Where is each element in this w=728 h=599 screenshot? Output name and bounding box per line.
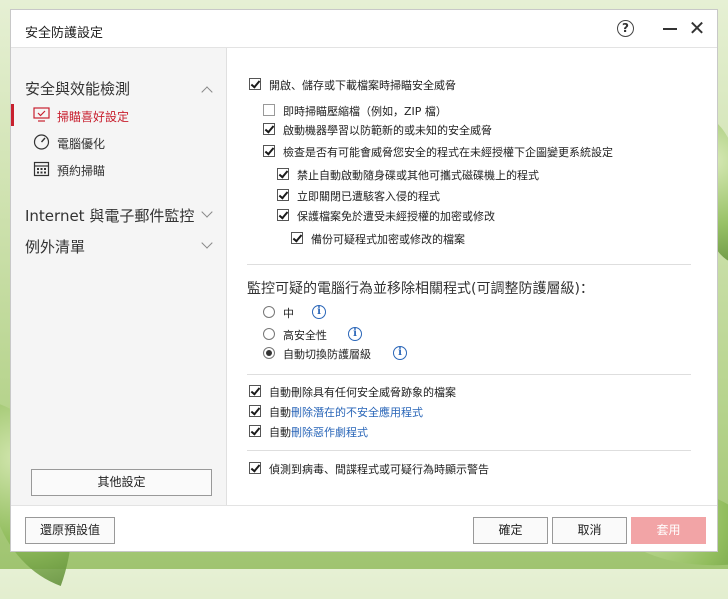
restore-defaults-button[interactable]: 還原預設值: [25, 517, 115, 544]
checkbox[interactable]: [249, 78, 261, 90]
chevron-down-icon[interactable]: [201, 206, 213, 218]
checkbox[interactable]: [263, 145, 275, 157]
ok-button[interactable]: 確定: [473, 517, 548, 544]
level-label: 自動切換防護層級: [283, 348, 371, 361]
checkbox[interactable]: [263, 123, 275, 135]
window-title: 安全防護設定: [25, 26, 104, 41]
option-prefix: 自動: [269, 406, 291, 419]
sidebar-section-label: Internet 與電子郵件監控: [25, 207, 195, 225]
checkbox[interactable]: [249, 462, 261, 474]
dialog-footer: 還原預設值 確定 取消 套用: [11, 505, 717, 553]
option-label: 自動刪除具有任何安全威脅跡象的檔案: [269, 386, 456, 399]
option-label: 啟動機器學習以防範新的或未知的安全威脅: [283, 124, 492, 137]
option-label: 檢查是否有可能會威脅您安全的程式在未經授權下企圖變更系統設定: [283, 146, 613, 159]
info-icon[interactable]: i: [393, 346, 407, 360]
info-icon[interactable]: i: [312, 305, 326, 319]
sidebar-section-security-performance[interactable]: 安全與效能檢測: [25, 78, 130, 99]
checkbox[interactable]: [277, 209, 289, 221]
checkbox[interactable]: [277, 189, 289, 201]
behavior-monitoring-heading: 監控可疑的電腦行為並移除相關程式(可調整防護層級)：: [247, 281, 594, 297]
checkbox[interactable]: [249, 425, 261, 437]
sidebar-item-label: 掃瞄喜好設定: [57, 110, 130, 124]
level-label: 高安全性: [283, 329, 327, 342]
minimize-icon[interactable]: [663, 28, 677, 30]
sidebar-section-exceptions[interactable]: 例外清單: [25, 236, 85, 257]
joke-program-link[interactable]: 刪除惡作劇程式: [291, 426, 368, 439]
close-icon[interactable]: ✕: [687, 18, 707, 38]
radio-button[interactable]: [263, 306, 275, 318]
option-label: 立即關閉已遭駭客入侵的程式: [297, 190, 440, 203]
pua-link[interactable]: 刪除潛在的不安全應用程式: [291, 406, 423, 419]
sidebar-section-label: 安全與效能檢測: [25, 80, 131, 98]
option-label: 備份可疑程式加密或修改的檔案: [311, 233, 465, 246]
sidebar-section-internet-email[interactable]: Internet 與電子郵件監控: [25, 205, 194, 226]
option-label: 禁止自動啟動隨身碟或其他可攜式磁碟機上的程式: [297, 169, 539, 182]
radio-button[interactable]: [263, 347, 275, 359]
monitor-scan-icon: [33, 107, 50, 122]
main-content: 開啟、儲存或下載檔案時掃瞄安全威脅 即時掃瞄壓縮檔（例如，ZIP 檔） 啟動機器…: [227, 48, 717, 505]
divider: [247, 264, 691, 265]
divider: [247, 374, 691, 375]
chevron-down-icon[interactable]: [201, 237, 213, 249]
sidebar-item-label: 預約掃瞄: [57, 164, 106, 178]
checkbox[interactable]: [249, 385, 261, 397]
divider: [247, 450, 691, 451]
option-label: 自動刪除潛在的不安全應用程式: [269, 404, 423, 420]
option-label: 開啟、儲存或下載檔案時掃瞄安全威脅: [269, 79, 456, 92]
option-label: 保護檔案免於遭受未經授權的加密或修改: [297, 210, 495, 223]
title-bar: 安全防護設定 ? ✕: [11, 10, 717, 48]
info-icon[interactable]: i: [348, 327, 362, 341]
checkbox[interactable]: [249, 405, 261, 417]
checkbox[interactable]: [263, 104, 275, 116]
other-settings-button[interactable]: 其他設定: [31, 469, 212, 496]
level-label: 中: [283, 307, 294, 320]
help-icon[interactable]: ?: [617, 20, 634, 37]
radio-button[interactable]: [263, 328, 275, 340]
option-prefix: 自動: [269, 426, 291, 439]
option-label: 自動刪除惡作劇程式: [269, 424, 368, 440]
chevron-up-icon[interactable]: [201, 86, 213, 98]
speedometer-icon: [33, 134, 50, 150]
calendar-icon: [33, 161, 50, 177]
sidebar-section-label: 例外清單: [25, 238, 86, 256]
apply-button[interactable]: 套用: [631, 517, 706, 544]
checkbox[interactable]: [291, 232, 303, 244]
option-label: 偵測到病毒、間諜程式或可疑行為時顯示警告: [269, 463, 489, 476]
sidebar: 安全與效能檢測 掃瞄喜好設定 電腦優化 預約掃瞄 Internet 與電子郵件監…: [11, 48, 227, 505]
checkbox[interactable]: [277, 168, 289, 180]
settings-dialog: 安全防護設定 ? ✕ 安全與效能檢測 掃瞄喜好設定 電腦優化 預約掃瞄 Inte…: [10, 9, 718, 552]
sidebar-item-label: 電腦優化: [57, 137, 106, 151]
option-label: 即時掃瞄壓縮檔（例如，ZIP 檔）: [283, 105, 447, 118]
active-indicator: [11, 104, 14, 126]
cancel-button[interactable]: 取消: [552, 517, 627, 544]
